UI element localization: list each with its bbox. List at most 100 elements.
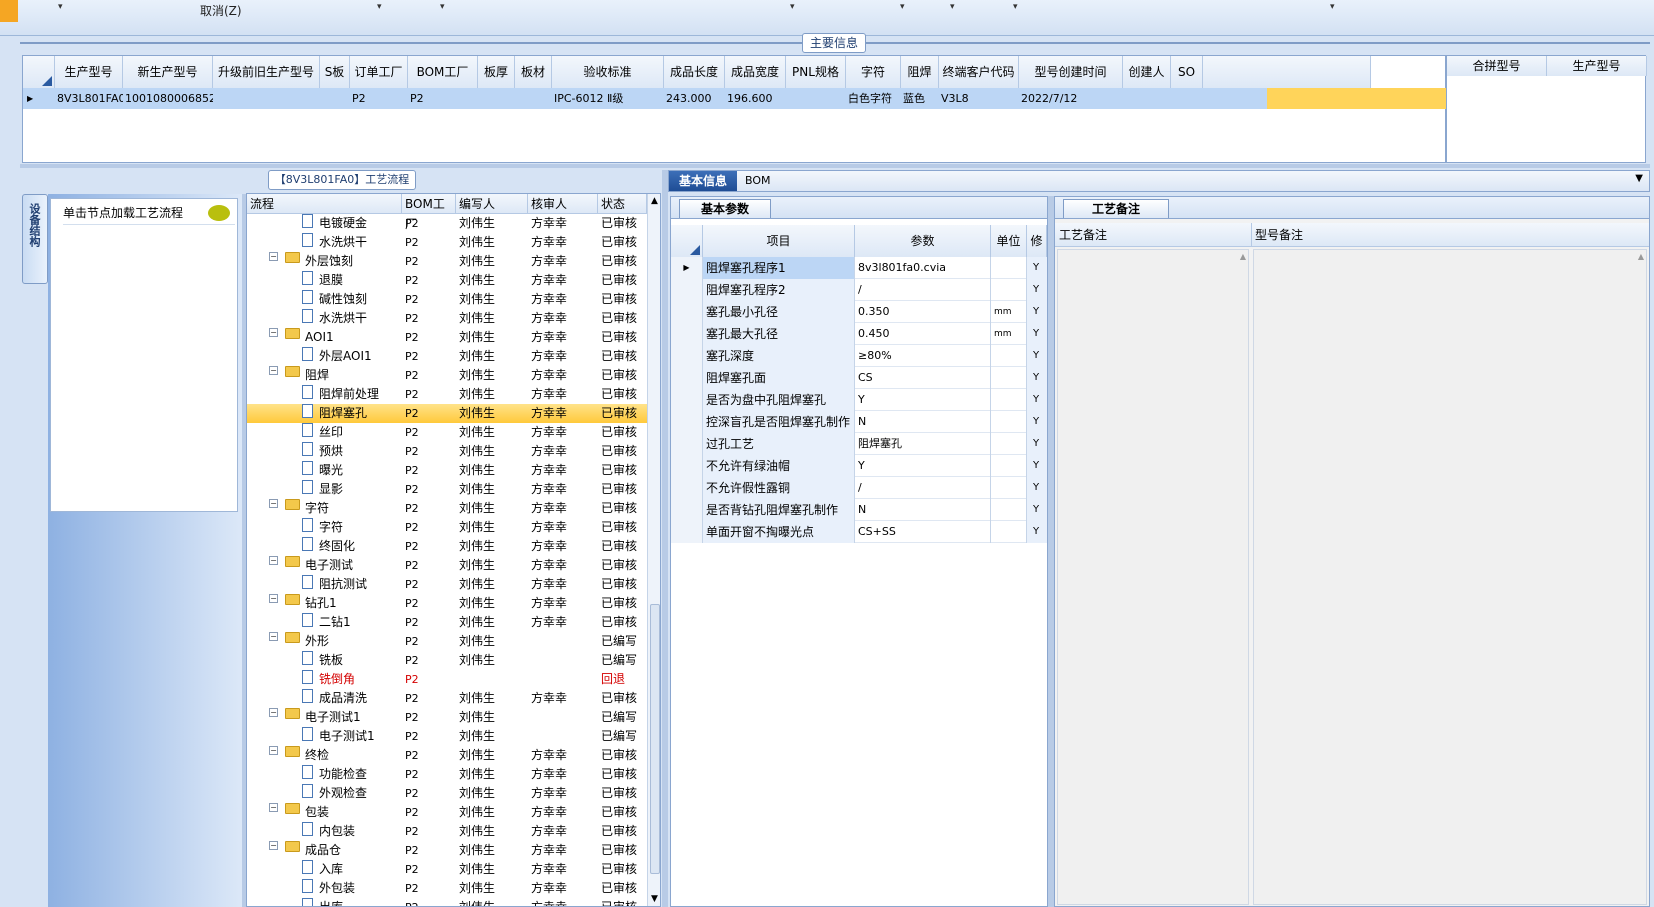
row-header[interactable]: ▶	[671, 257, 703, 279]
tab-basic-info[interactable]: 基本信息	[669, 171, 737, 191]
param-row[interactable]: 塞孔最小孔径 0.350 mm Y	[671, 301, 1047, 323]
param-column-header[interactable]: 单位	[991, 225, 1027, 257]
param-row[interactable]: 是否背钻孔阻焊塞孔制作 N Y	[671, 499, 1047, 521]
collapse-icon[interactable]: −	[269, 328, 278, 337]
collapse-icon[interactable]: −	[269, 803, 278, 812]
tab-bom[interactable]: BOM	[745, 171, 771, 191]
param-column-header[interactable]: 参数	[855, 225, 991, 257]
tree-row[interactable]: − 终检 P2 刘伟生 方幸幸 已审核	[247, 746, 660, 765]
corner-cell[interactable]	[23, 56, 55, 88]
column-header[interactable]: 新生产型号	[123, 56, 213, 88]
row-header[interactable]	[671, 323, 703, 345]
table-cell[interactable]: 8V3L801FA0	[55, 88, 123, 109]
collapse-icon[interactable]: −	[269, 594, 278, 603]
tree-row[interactable]: 二钻1 P2 刘伟生 方幸幸 已审核	[247, 613, 660, 632]
param-row[interactable]: 过孔工艺 阻焊塞孔 Y	[671, 433, 1047, 455]
param-value[interactable]: Y	[855, 389, 991, 411]
tree-row[interactable]: 铣板 P2 刘伟生 已编写	[247, 651, 660, 670]
scroll-up-icon[interactable]: ▲	[1240, 252, 1246, 261]
row-header[interactable]	[671, 433, 703, 455]
table-cell[interactable]: 243.000	[664, 88, 725, 109]
notes-title[interactable]: 工艺备注	[1063, 199, 1169, 218]
column-header[interactable]: 生产型号	[55, 56, 123, 88]
table-cell[interactable]: 蓝色	[901, 88, 939, 109]
table-cell[interactable]: P2	[408, 88, 478, 109]
table-cell[interactable]: IPC-6012 Ⅱ级	[552, 88, 664, 109]
param-row[interactable]: 不允许有绿油帽 Y Y	[671, 455, 1047, 477]
param-value[interactable]: 8v3l801fa0.cvia	[855, 257, 991, 279]
dropdown-arrow-icon[interactable]: ▾	[790, 2, 795, 12]
param-value[interactable]: N	[855, 499, 991, 521]
column-header[interactable]: 终端客户代码	[939, 56, 1019, 88]
table-cell[interactable]	[1171, 88, 1203, 109]
row-header[interactable]	[671, 411, 703, 433]
tree-column-header[interactable]: BOM工厂	[402, 194, 456, 231]
param-value[interactable]: ≥80%	[855, 345, 991, 367]
param-row[interactable]: 单面开窗不掏曝光点 CS+SS Y	[671, 521, 1047, 543]
collapse-icon[interactable]: −	[269, 708, 278, 717]
column-header[interactable]: 成品长度	[664, 56, 725, 88]
param-row[interactable]: 阻焊塞孔面 CS Y	[671, 367, 1047, 389]
tree-scrollbar[interactable]: ▲ ▼	[647, 194, 660, 906]
tree-column-header[interactable]: 核审人	[528, 194, 598, 214]
param-row[interactable]: 控深盲孔是否阻焊塞孔制作 N Y	[671, 411, 1047, 433]
tree-row[interactable]: 内包装 P2 刘伟生 方幸幸 已审核	[247, 822, 660, 841]
param-value[interactable]: /	[855, 477, 991, 499]
param-value[interactable]: Y	[855, 455, 991, 477]
dropdown-arrow-icon[interactable]: ▾	[950, 2, 955, 12]
column-header[interactable]: 阻焊	[901, 56, 939, 88]
cancel-button[interactable]: 取消(Z)	[200, 2, 242, 19]
tree-row[interactable]: 碱性蚀刻 P2 刘伟生 方幸幸 已审核	[247, 290, 660, 309]
params-title[interactable]: 基本参数	[679, 199, 771, 218]
param-value[interactable]: N	[855, 411, 991, 433]
row-header[interactable]	[671, 301, 703, 323]
table-cell[interactable]	[320, 88, 350, 109]
tree-row[interactable]: 铣倒角 P2 回退	[247, 670, 660, 689]
column-header[interactable]: 字符	[846, 56, 901, 88]
tree-row[interactable]: 入库 P2 刘伟生 方幸幸 已审核	[247, 860, 660, 879]
table-cell[interactable]: 10010800068524	[123, 88, 213, 109]
speech-bubble-icon[interactable]	[208, 205, 230, 221]
tree-row[interactable]: − 阻焊 P2 刘伟生 方幸幸 已审核	[247, 366, 660, 385]
scroll-thumb[interactable]	[650, 604, 660, 874]
model-note-textarea[interactable]: ▲	[1253, 249, 1647, 905]
tree-row[interactable]: − 包装 P2 刘伟生 方幸幸 已审核	[247, 803, 660, 822]
tree-row[interactable]: 出库 P2 刘伟生 方幸幸 已审核	[247, 898, 660, 906]
tree-row[interactable]: 曝光 P2 刘伟生 方幸幸 已审核	[247, 461, 660, 480]
param-column-header[interactable]: 项目	[703, 225, 855, 257]
tree-row[interactable]: 外包装 P2 刘伟生 方幸幸 已审核	[247, 879, 660, 898]
side-column-header[interactable]: 生产型号	[1547, 56, 1647, 76]
column-header[interactable]: 型号创建时间	[1019, 56, 1123, 88]
dropdown-arrow-icon[interactable]: ▾	[440, 2, 445, 12]
column-header[interactable]: 升级前旧生产型号	[213, 56, 320, 88]
tree-column-header[interactable]: 编写人	[456, 194, 528, 214]
row-header[interactable]	[671, 521, 703, 543]
tree-row[interactable]: 丝印 P2 刘伟生 方幸幸 已审核	[247, 423, 660, 442]
tree-row[interactable]: 成品清洗 P2 刘伟生 方幸幸 已审核	[247, 689, 660, 708]
row-header[interactable]	[671, 389, 703, 411]
row-header[interactable]	[671, 367, 703, 389]
tree-row[interactable]: − 字符 P2 刘伟生 方幸幸 已审核	[247, 499, 660, 518]
vertical-splitter[interactable]	[662, 170, 668, 907]
tree-column-header[interactable]: 状态	[598, 194, 647, 214]
column-header[interactable]: 验收标准	[552, 56, 664, 88]
param-value[interactable]: CS	[855, 367, 991, 389]
tree-row[interactable]: 阻焊前处理 P2 刘伟生 方幸幸 已审核	[247, 385, 660, 404]
tree-row[interactable]: 水洗烘干 P2 刘伟生 方幸幸 已审核	[247, 309, 660, 328]
app-menu-icon[interactable]	[0, 0, 18, 22]
scroll-up-icon[interactable]: ▲	[1638, 252, 1644, 261]
column-header[interactable]: 订单工厂	[350, 56, 408, 88]
table-cell[interactable]: P2	[350, 88, 408, 109]
row-header[interactable]	[671, 499, 703, 521]
collapse-icon[interactable]: −	[269, 252, 278, 261]
tree-row[interactable]: 水洗烘干 P2 刘伟生 方幸幸 已审核	[247, 233, 660, 252]
collapse-icon[interactable]: −	[269, 632, 278, 641]
horizontal-splitter[interactable]	[20, 164, 1650, 168]
table-cell[interactable]	[515, 88, 552, 109]
tree-row[interactable]: − 外层蚀刻 P2 刘伟生 方幸幸 已审核	[247, 252, 660, 271]
tree-row[interactable]: 阻抗测试 P2 刘伟生 方幸幸 已审核	[247, 575, 660, 594]
param-value[interactable]: 0.450	[855, 323, 991, 345]
table-cell[interactable]: 2022/7/12	[1019, 88, 1123, 109]
column-header[interactable]: S板	[320, 56, 350, 88]
tree-row[interactable]: − 外形 P2 刘伟生 已编写	[247, 632, 660, 651]
